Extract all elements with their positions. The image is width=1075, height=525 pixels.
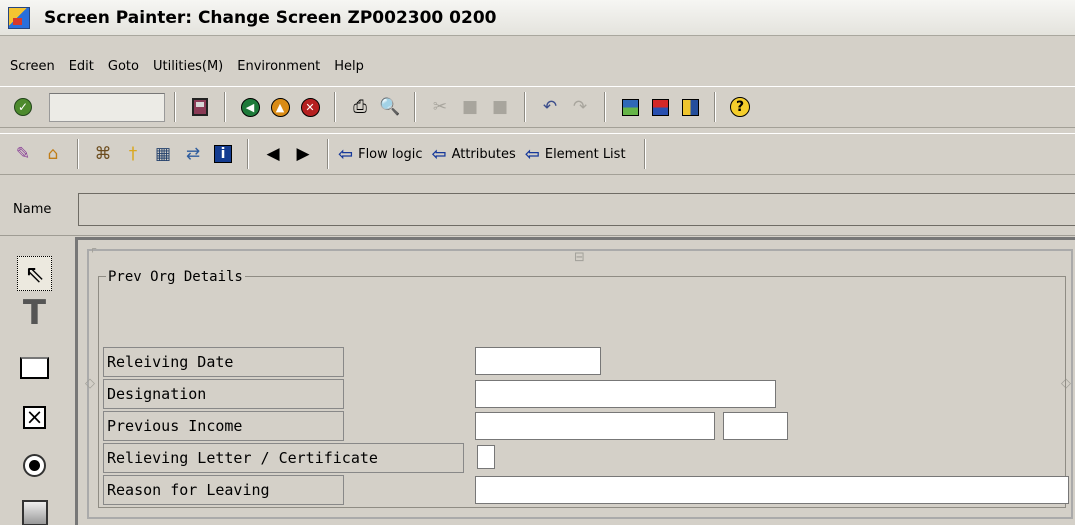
navigate-icon[interactable]: ⇄	[180, 141, 206, 167]
toolbar-separator	[327, 139, 329, 169]
name-bar: Name	[0, 181, 1075, 236]
releiving-date-input[interactable]	[475, 347, 601, 375]
resize-handle-icon[interactable]: ◇	[85, 376, 95, 391]
label-previous-income[interactable]: Previous Income	[103, 411, 344, 441]
arrow-left-icon: ⇦	[524, 143, 540, 165]
pushbutton-tool-icon[interactable]	[17, 495, 52, 525]
menu-goto[interactable]: Goto	[108, 59, 139, 74]
hierarchy-icon[interactable]: ⌘	[90, 141, 116, 167]
menu-help[interactable]: Help	[334, 59, 364, 74]
toolbar-separator	[643, 139, 646, 169]
pointer-tool-icon[interactable]: ⇖	[17, 256, 52, 291]
flow-logic-button[interactable]: ⇦ Flow logic	[338, 144, 422, 165]
sap-app-icon	[8, 6, 30, 29]
currency-input[interactable]	[723, 412, 788, 440]
back-icon[interactable]: ◀	[237, 94, 263, 120]
designation-input[interactable]	[475, 380, 776, 408]
previous-income-input[interactable]	[475, 412, 715, 440]
radio-button-tool-icon[interactable]	[17, 448, 52, 483]
layout-editor-icon[interactable]: ⌂	[40, 141, 66, 167]
window-title-bar: Screen Painter: Change Screen ZP002300 0…	[0, 0, 1075, 36]
resize-handle-icon[interactable]: ⊟	[574, 250, 585, 265]
find-icon[interactable]: 🔍	[377, 94, 403, 120]
arrow-left-icon: ⇦	[431, 143, 447, 165]
text-field-tool-icon[interactable]: T	[17, 293, 52, 333]
next-screen-icon[interactable]: ▶	[290, 141, 316, 167]
print-icon[interactable]: ⎙	[347, 94, 373, 120]
window-title: Screen Painter: Change Screen ZP002300 0…	[44, 7, 497, 28]
checkbox-tool-icon[interactable]: ×	[17, 400, 52, 435]
element-list-button[interactable]: ⇦ Element List	[525, 144, 626, 165]
label-reason-for-leaving[interactable]: Reason for Leaving	[103, 475, 344, 505]
arrow-left-icon: ⇦	[338, 143, 354, 165]
exit-icon[interactable]: ▲	[267, 94, 293, 120]
relieving-letter-checkbox[interactable]	[477, 445, 495, 469]
cut-icon[interactable]: ✂	[427, 94, 453, 120]
toolbar-separator	[224, 92, 226, 122]
menu-bar: Screen Edit Goto Utilities(M) Environmen…	[0, 53, 1075, 79]
toolbar-separator	[174, 92, 176, 122]
display-object-list-icon[interactable]: ▦	[150, 141, 176, 167]
redo-icon[interactable]: ↷	[567, 94, 593, 120]
toolbar-separator	[334, 92, 336, 122]
command-field[interactable]	[49, 92, 165, 122]
cancel-icon[interactable]: ✕	[297, 94, 323, 120]
menu-utilities[interactable]: Utilities(M)	[153, 59, 223, 74]
edit-pencil-icon[interactable]: ✎	[10, 141, 36, 167]
enter-icon[interactable]: ✓	[10, 94, 36, 120]
name-label: Name	[13, 202, 52, 217]
screen-painter-toolbar: ✎ ⌂ ⌘ † ▦ ⇄ i ◀ ▶ ⇦ Flow logic ⇦ Attribute…	[0, 133, 1075, 175]
input-field-tool-icon[interactable]	[17, 350, 52, 385]
element-palette: ⇖ T ×	[0, 238, 75, 525]
generate-shortcut-icon[interactable]	[647, 94, 673, 120]
attributes-button[interactable]: ⇦ Attributes	[431, 144, 515, 165]
paste-icon[interactable]: ■	[487, 94, 513, 120]
toolbar-separator	[524, 92, 526, 122]
information-icon[interactable]: i	[210, 141, 236, 167]
undo-icon[interactable]: ↶	[537, 94, 563, 120]
label-releiving-date[interactable]: Releiving Date	[103, 347, 344, 377]
label-relieving-letter[interactable]: Relieving Letter / Certificate	[103, 443, 464, 473]
standard-toolbar: ✓ ◀ ▲ ✕ ⎙ 🔍 ✂ ■ ■ ↶ ↷ ?	[0, 86, 1075, 128]
save-icon[interactable]	[187, 94, 213, 120]
toolbar-separator	[247, 139, 249, 169]
copy-icon[interactable]: ■	[457, 94, 483, 120]
resize-handle-icon[interactable]: ⌜	[91, 247, 97, 262]
toolbar-separator	[77, 139, 79, 169]
toolbar-separator	[714, 92, 716, 122]
menu-screen[interactable]: Screen	[10, 59, 55, 74]
screen-layout-area[interactable]: ⌜ ⊟ ◇ ◇ Prev Org Details Releiving Date …	[85, 247, 1073, 519]
help-icon[interactable]: ?	[727, 94, 753, 120]
layout-menu-icon[interactable]	[677, 94, 703, 120]
menu-environment[interactable]: Environment	[237, 59, 320, 74]
previous-screen-icon[interactable]: ◀	[260, 141, 286, 167]
name-input[interactable]	[78, 193, 1075, 226]
menu-edit[interactable]: Edit	[69, 59, 94, 74]
screen-painter-canvas[interactable]: ⌜ ⊟ ◇ ◇ Prev Org Details Releiving Date …	[75, 237, 1075, 525]
reason-for-leaving-input[interactable]	[475, 476, 1069, 504]
label-designation[interactable]: Designation	[103, 379, 344, 409]
create-session-icon[interactable]	[617, 94, 643, 120]
toolbar-separator	[414, 92, 416, 122]
group-box-prev-org-details[interactable]: Prev Org Details Releiving Date Designat…	[98, 269, 1069, 508]
check-icon[interactable]: †	[120, 141, 146, 167]
toolbar-separator	[604, 92, 606, 122]
group-title: Prev Org Details	[106, 269, 245, 285]
